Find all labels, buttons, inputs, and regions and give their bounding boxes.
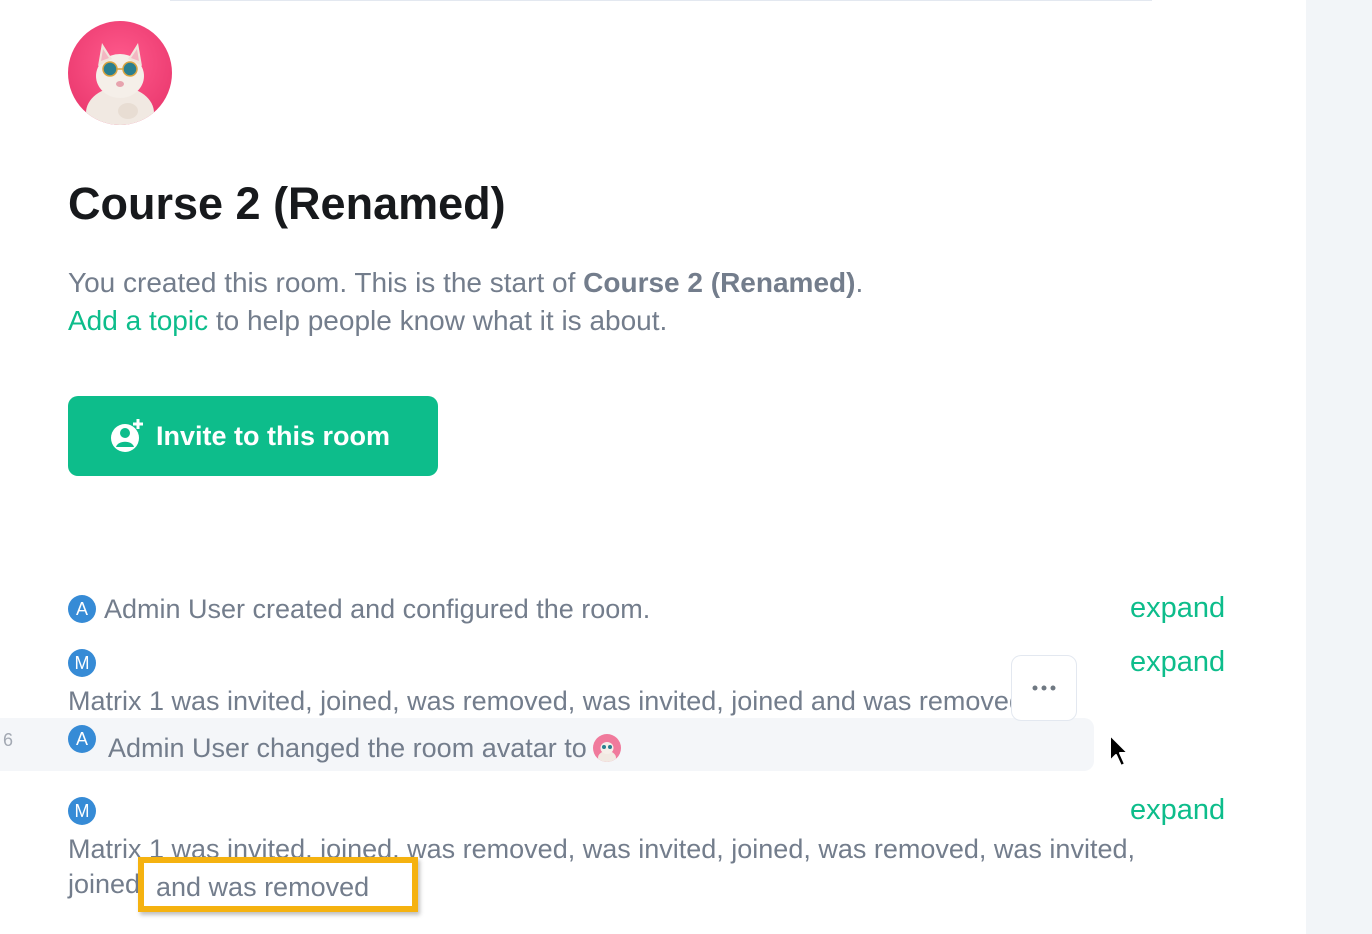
message-options-button[interactable]	[1011, 655, 1077, 721]
user-avatar[interactable]: M	[68, 649, 96, 677]
divider	[170, 0, 1152, 1]
intro-suffix: .	[855, 267, 864, 298]
add-topic-link[interactable]: Add a topic	[68, 305, 208, 336]
user-avatar[interactable]: A	[68, 595, 96, 623]
highlight-box: and was removed	[138, 857, 418, 912]
invite-button-label: Invite to this room	[156, 420, 391, 451]
event-text-continued: joined	[68, 869, 141, 899]
expand-link[interactable]: expand	[1130, 645, 1225, 679]
user-avatar[interactable]: M	[68, 797, 96, 825]
invite-user-icon	[108, 417, 146, 455]
expand-link[interactable]: expand	[1130, 793, 1225, 827]
room-avatar[interactable]	[68, 21, 172, 125]
expand-link[interactable]: expand	[1130, 591, 1225, 625]
user-avatar[interactable]: A	[68, 725, 96, 753]
event-text: Matrix 1 was invited, joined, was remove…	[68, 686, 1024, 716]
highlighted-text: and was removed	[156, 872, 370, 902]
event-text: Admin User changed the room avatar to	[108, 731, 621, 765]
room-title: Course 2 (Renamed)	[68, 178, 506, 229]
more-options-icon	[1032, 685, 1056, 691]
intro-text: You created this room. This is the start…	[68, 267, 584, 298]
cat-avatar-image	[68, 21, 172, 125]
topic-hint: to help people know what it is about.	[208, 305, 668, 336]
avatar-change-text: Admin User changed the room avatar to	[108, 733, 587, 763]
line-number: 6	[3, 730, 14, 750]
invite-to-room-button[interactable]: Invite to this room	[68, 396, 438, 476]
room-intro: You created this room. This is the start…	[68, 264, 1168, 340]
right-panel	[1306, 0, 1372, 934]
intro-room-name: Course 2 (Renamed)	[583, 267, 856, 298]
event-text: Admin User created and configured the ro…	[104, 594, 651, 624]
mouse-cursor-icon	[1108, 733, 1132, 774]
new-avatar-thumbnail[interactable]	[592, 733, 621, 762]
